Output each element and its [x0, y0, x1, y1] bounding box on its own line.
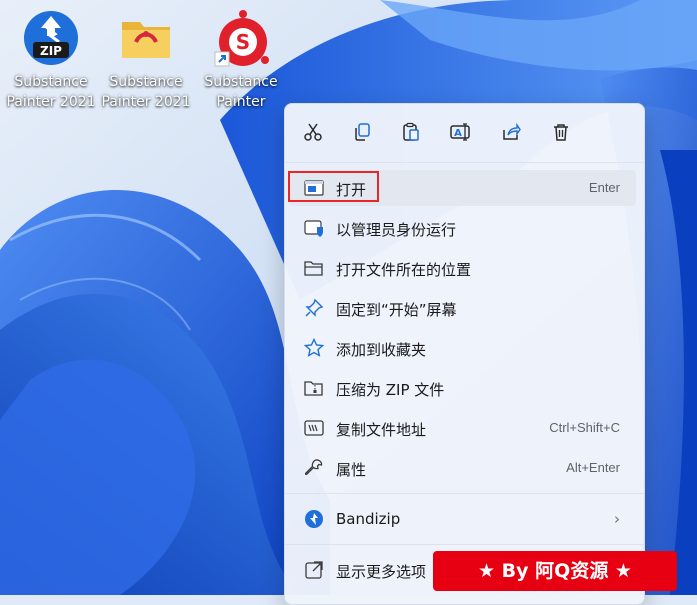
desktop-icon-substance-shortcut[interactable]: S Substance Painter [193, 8, 289, 112]
rename-button[interactable]: A [447, 120, 475, 148]
menu-item-open-file-location[interactable]: 打开文件所在的位置 [289, 250, 636, 286]
menu-item-copy-path[interactable]: 复制文件地址 Ctrl+Shift+C [289, 410, 636, 446]
menu-item-run-as-admin[interactable]: 以管理员身份运行 [289, 210, 636, 246]
copy-path-icon [304, 418, 324, 438]
menu-item-bandizip[interactable]: Bandizip › [289, 501, 636, 537]
wrench-icon [304, 458, 324, 478]
bandizip-icon [304, 509, 324, 529]
menu-item-shortcut: Alt+Enter [566, 460, 620, 475]
menu-item-label: 固定到“开始”屏幕 [336, 301, 457, 319]
paste-button[interactable] [397, 120, 425, 148]
cut-icon [303, 122, 323, 146]
svg-text:A: A [454, 128, 462, 139]
folder-icon [116, 8, 176, 68]
star-icon [304, 338, 324, 358]
paste-icon [401, 122, 421, 146]
share-button[interactable] [497, 120, 525, 148]
menu-item-label: 打开文件所在的位置 [336, 261, 472, 279]
menu-item-properties[interactable]: 属性 Alt+Enter [289, 450, 636, 486]
show-more-icon [304, 560, 324, 580]
watermark-banner: ★ By 阿Q资源 ★ [433, 551, 677, 591]
menu-separator [285, 162, 644, 163]
run-as-admin-icon [304, 218, 324, 238]
desktop-icon-label: Substance Painter [204, 74, 278, 110]
desktop-icon-label: Substance Painter 2021 [101, 74, 191, 110]
menu-separator [285, 493, 644, 494]
menu-item-pin-to-start[interactable]: 固定到“开始”屏幕 [289, 290, 636, 326]
desktop-icon-label: Substance Painter 2021 [6, 74, 96, 110]
highlight-box [288, 171, 379, 202]
menu-item-label: 显示更多选项 [336, 563, 427, 581]
zip-archive-icon: ZIP [21, 8, 81, 68]
menu-item-shortcut: Enter [588, 180, 620, 195]
menu-item-compress-zip[interactable]: 压缩为 ZIP 文件 [289, 370, 636, 406]
menu-item-label: 以管理员身份运行 [336, 221, 457, 239]
menu-item-label: Bandizip [336, 510, 401, 528]
delete-icon [551, 122, 571, 146]
zip-folder-icon [304, 378, 324, 398]
context-menu-toolbar: A [285, 104, 644, 162]
menu-item-label: 属性 [336, 461, 367, 479]
chevron-right-icon: › [614, 510, 620, 528]
menu-item-shortcut: Ctrl+Shift+C [549, 420, 620, 435]
menu-item-label: 添加到收藏夹 [336, 341, 427, 359]
svg-text:ZIP: ZIP [40, 44, 62, 58]
rename-icon: A [450, 122, 472, 146]
desktop-icon-substance-zip[interactable]: ZIP Substance Painter 2021 [3, 8, 99, 112]
menu-item-label: 复制文件地址 [336, 421, 427, 439]
pin-icon [304, 298, 324, 318]
share-icon [501, 122, 521, 146]
copy-button[interactable] [348, 120, 376, 148]
menu-item-add-to-favorites[interactable]: 添加到收藏夹 [289, 330, 636, 366]
folder-open-icon [304, 258, 324, 278]
svg-text:S: S [236, 30, 250, 54]
menu-item-label: 压缩为 ZIP 文件 [336, 381, 445, 399]
substance-painter-shortcut-icon: S [211, 8, 271, 68]
copy-icon [352, 122, 372, 146]
delete-button[interactable] [547, 120, 575, 148]
menu-separator [285, 544, 644, 545]
desktop-icon-substance-folder[interactable]: Substance Painter 2021 [98, 8, 194, 112]
cut-button[interactable] [299, 120, 327, 148]
